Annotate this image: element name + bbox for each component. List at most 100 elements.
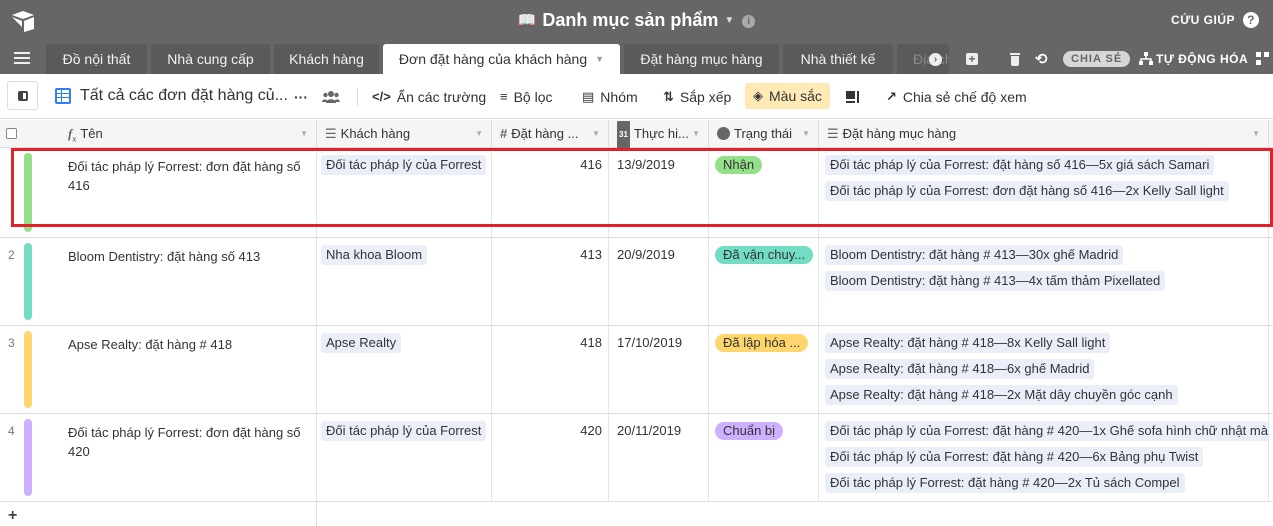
line-item-chip[interactable]: Bloom Dentistry: đặt hàng # 413—4x tấm t… (825, 271, 1166, 291)
status-cell[interactable]: Đã vận chuy... (709, 238, 819, 325)
line-item-chip[interactable]: Đối tác pháp lý của Forrest: đặt hàng # … (825, 421, 1268, 441)
date-cell[interactable]: 20/11/2019 (609, 414, 709, 501)
chevron-down-icon[interactable]: ▼ (724, 15, 734, 26)
customer-chip[interactable]: Đối tác pháp lý của Forrest (321, 155, 487, 175)
airtable-logo-icon[interactable] (10, 9, 36, 33)
date-cell[interactable]: 20/9/2019 (609, 238, 709, 325)
line-item-chip[interactable]: Apse Realty: đặt hàng # 418—8x Kelly Sal… (825, 333, 1111, 353)
hide-fields-icon: </> (372, 89, 391, 104)
customer-cell[interactable]: Apse Realty (317, 326, 492, 413)
tab-order-line-items[interactable]: Đặt hàng mục hàng (624, 44, 779, 74)
column-header-customer[interactable]: ☰ Khách hàng ▼ (317, 120, 492, 148)
app-header: 📖 Danh mục sản phẩm ▼ i CỨU GIÚP? (0, 0, 1273, 44)
status-cell[interactable]: Chuẩn bị (709, 414, 819, 501)
line-item-chip[interactable]: Bloom Dentistry: đặt hàng # 413—30x ghế … (825, 245, 1124, 265)
tab-vendors[interactable]: Nhà cung cấp (151, 44, 270, 74)
date-cell[interactable]: 17/10/2019 (609, 326, 709, 413)
chevron-down-icon[interactable]: ▼ (595, 54, 604, 64)
order-name: Đối tác pháp lý Forrest: đơn đặt hàng số… (68, 425, 301, 459)
column-header-fulfilled-date[interactable]: 31 Thực hi... ▼ (609, 120, 709, 148)
name-cell[interactable]: 2 Bloom Dentistry: đặt hàng số 413 (0, 238, 317, 325)
line-item-chip[interactable]: Apse Realty: đặt hàng # 418—2x Mặt dây c… (825, 385, 1178, 405)
line-items-cell[interactable]: Apse Realty: đặt hàng # 418—8x Kelly Sal… (819, 326, 1269, 413)
line-items-cell[interactable]: Đối tác pháp lý của Forrest: đặt hàng # … (819, 414, 1269, 501)
line-items-cell[interactable]: Bloom Dentistry: đặt hàng # 413—30x ghế … (819, 238, 1269, 325)
tab-client-orders[interactable]: Đơn đặt hàng của khách hàng ▼ (383, 44, 620, 74)
group-button[interactable]: ▤ Nhóm (582, 86, 638, 108)
collaborators-button[interactable] (322, 86, 340, 108)
add-row-button[interactable]: + (8, 507, 17, 525)
help-button[interactable]: CỨU GIÚP? (1171, 12, 1259, 28)
status-badge: Đã lập hóa ... (715, 334, 809, 352)
group-label: Nhóm (600, 89, 638, 105)
share-button[interactable]: CHIA SẺ (1063, 44, 1131, 74)
name-cell[interactable]: 4 Đối tác pháp lý Forrest: đơn đặt hàng … (0, 414, 317, 501)
book-icon: 📖 (517, 12, 537, 29)
column-header-order-number[interactable]: # Đặt hàng ... ▼ (492, 120, 609, 148)
chevron-down-icon[interactable]: ▼ (1252, 120, 1260, 148)
table-row[interactable]: 4 Đối tác pháp lý Forrest: đơn đặt hàng … (0, 414, 1273, 502)
automations-button[interactable]: TỰ ĐỘNG HÓA (1139, 44, 1248, 74)
line-item-chip[interactable]: Apse Realty: đặt hàng # 418—6x ghế Madri… (825, 359, 1095, 379)
row-color-indicator (24, 419, 32, 496)
column-header-status[interactable]: Trạng thái ▼ (709, 120, 819, 148)
sidebar-toggle-button[interactable] (7, 81, 38, 110)
customer-chip[interactable]: Apse Realty (321, 333, 402, 353)
name-cell[interactable]: 3 Apse Realty: đặt hàng # 418 (0, 326, 317, 413)
hide-fields-button[interactable]: </> Ẩn các trường (372, 86, 486, 108)
customer-cell[interactable]: Đối tác pháp lý của Forrest (317, 148, 492, 237)
line-item-chip[interactable]: Đối tác pháp lý của Forrest: đặt hàng số… (825, 155, 1215, 175)
name-cell[interactable]: Đối tác pháp lý Forrest: đơn đặt hàng số… (0, 148, 317, 237)
chevron-down-icon[interactable]: ▼ (592, 120, 600, 148)
tab-designers[interactable]: Nhà thiết kế (783, 44, 893, 74)
share-view-button[interactable]: ↗ Chia sẻ chế độ xem (886, 86, 1027, 108)
trash-button[interactable] (1010, 44, 1020, 74)
order-number-cell[interactable]: 420 (492, 414, 609, 501)
scroll-tabs-right-button[interactable]: › (929, 44, 942, 74)
order-number-cell[interactable]: 413 (492, 238, 609, 325)
base-name[interactable]: Danh mục sản phẩm (542, 10, 718, 30)
apps-button[interactable] (1256, 44, 1270, 74)
link-icon: ☰ (827, 126, 839, 141)
column-header-name[interactable]: fx Tên ▼ (60, 120, 317, 148)
table-row[interactable]: 2 Bloom Dentistry: đặt hàng số 413 Nha k… (0, 238, 1273, 326)
view-menu-button[interactable]: ··· (294, 86, 308, 108)
column-header-line-items[interactable]: ☰ Đặt hàng mục hàng ▼ (819, 120, 1269, 148)
order-number-cell[interactable]: 418 (492, 326, 609, 413)
sort-icon: ⇅ (663, 89, 674, 104)
tab-furniture[interactable]: Đồ nội thất (46, 44, 147, 74)
line-item-chip[interactable]: Đối tác pháp lý của Forrest: đơn đặt hàn… (825, 181, 1229, 201)
customer-chip[interactable]: Đối tác pháp lý của Forrest (321, 421, 487, 441)
color-button[interactable]: ◈ Màu sắc (745, 83, 830, 109)
row-height-button[interactable] (846, 86, 860, 108)
customer-cell[interactable]: Nha khoa Bloom (317, 238, 492, 325)
add-table-button[interactable]: + (966, 44, 978, 74)
filter-button[interactable]: ≡ Bộ lọc (500, 86, 553, 108)
status-cell[interactable]: Nhận (709, 148, 819, 237)
row-number: 2 (8, 248, 15, 262)
line-items-list: Apse Realty: đặt hàng # 418—8x Kelly Sal… (825, 333, 1268, 411)
line-item-chip[interactable]: Đối tác pháp lý Forrest: đặt hàng # 420—… (825, 473, 1185, 493)
tab-label: Nhà thiết kế (800, 51, 876, 67)
chevron-down-icon[interactable]: ▼ (475, 120, 483, 148)
chevron-down-icon[interactable]: ▼ (692, 120, 700, 148)
table-row[interactable]: Đối tác pháp lý Forrest: đơn đặt hàng số… (0, 148, 1273, 238)
order-number-cell[interactable]: 416 (492, 148, 609, 237)
line-item-chip[interactable]: Đối tác pháp lý của Forrest: đặt hàng # … (825, 447, 1204, 467)
customer-chip[interactable]: Nha khoa Bloom (321, 245, 428, 265)
base-title: 📖 Danh mục sản phẩm ▼ i (0, 10, 1273, 31)
tab-clients[interactable]: Khách hàng (274, 44, 379, 74)
table-row[interactable]: 3 Apse Realty: đặt hàng # 418 Apse Realt… (0, 326, 1273, 414)
sort-button[interactable]: ⇅ Sắp xếp (663, 86, 731, 108)
history-button[interactable]: ⟲ (1035, 44, 1048, 74)
chevron-down-icon[interactable]: ▼ (802, 120, 810, 148)
menu-icon[interactable] (14, 52, 30, 66)
line-items-cell[interactable]: Đối tác pháp lý của Forrest: đặt hàng số… (819, 148, 1269, 237)
chevron-down-icon[interactable]: ▼ (300, 120, 308, 148)
select-all-checkbox[interactable] (6, 128, 17, 139)
customer-cell[interactable]: Đối tác pháp lý của Forrest (317, 414, 492, 501)
status-cell[interactable]: Đã lập hóa ... (709, 326, 819, 413)
info-icon[interactable]: i (742, 15, 756, 28)
date-cell[interactable]: 13/9/2019 (609, 148, 709, 237)
view-switcher[interactable]: Tất cả các đơn đặt hàng củ... (55, 85, 288, 107)
